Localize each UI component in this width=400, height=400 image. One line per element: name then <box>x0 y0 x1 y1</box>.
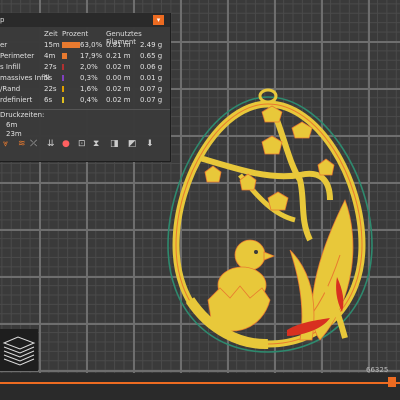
percent-bar <box>62 75 64 81</box>
feature-time: 27s <box>44 63 57 71</box>
slider-thumb[interactable] <box>388 377 396 387</box>
collapse-button[interactable]: ▾ <box>153 15 164 25</box>
feature-weight: 0.01 g <box>140 74 163 82</box>
horizontal-slider[interactable] <box>0 382 400 384</box>
tool-marker-icon[interactable]: ≋ <box>18 139 26 149</box>
wipe-icon[interactable]: ⇊ <box>47 139 55 149</box>
feature-percent: 2,0% <box>80 63 98 71</box>
col-percent-header: Prozent <box>62 30 89 38</box>
feature-weight: 2.49 g <box>140 41 163 49</box>
feature-length: 0.02 m <box>106 96 131 104</box>
col-time-header: Zeit <box>44 30 58 38</box>
feature-length: 0.02 m <box>106 63 131 71</box>
layer-number: 66325 <box>366 366 389 374</box>
view-cube-button[interactable] <box>0 329 38 371</box>
legend-row: rdefiniert 6s 0,4% 0.02 m 0.07 g <box>0 96 170 106</box>
flower-4 <box>204 165 222 183</box>
feature-percent: 0,3% <box>80 74 98 82</box>
feature-name: rdefiniert <box>0 96 33 104</box>
feature-length: 0.81 m <box>106 41 131 49</box>
separator <box>0 109 170 110</box>
layers-icon[interactable]: ⩔ <box>3 139 8 149</box>
feature-percent: 63,0% <box>80 41 103 49</box>
retract-icon[interactable]: ⤫ <box>30 139 37 149</box>
stack-icon <box>2 336 36 366</box>
legend-panel: p ▾ Zeit Prozent Genutztes Filament er 15… <box>0 13 171 162</box>
hourglass-icon[interactable]: ⧗ <box>93 139 99 149</box>
panel-header: p ▾ <box>0 13 170 27</box>
feature-length: 0.00 m <box>106 74 131 82</box>
feature-weight: 0.06 g <box>140 63 163 71</box>
feature-time: 6s <box>44 96 53 104</box>
feature-weight: 0.07 g <box>140 85 163 93</box>
print-time-2: 23m <box>6 130 22 138</box>
print-time-1: 6m <box>6 121 18 129</box>
percent-bar <box>62 97 64 103</box>
feature-percent: 17,9% <box>80 52 103 60</box>
legend-row: Perimeter 4m 17,9% 0.21 m 0.65 g <box>0 52 170 62</box>
feature-time: 4m <box>44 52 56 60</box>
feature-percent: 0,4% <box>80 96 98 104</box>
legend-toolbar: ⩔ ≋ ⤫ ⇊ ● ⊡ ⧗ ◨ ◩ ⬇ <box>0 139 170 155</box>
feature-length: 0.02 m <box>106 85 131 93</box>
export-icon[interactable]: ⬇ <box>146 139 154 149</box>
color-icon[interactable]: ● <box>62 139 70 149</box>
legend-row: /Rand 22s 1,6% 0.02 m 0.07 g <box>0 85 170 95</box>
seam-icon[interactable]: ⊡ <box>78 139 86 149</box>
feature-time: 5s <box>44 74 53 82</box>
feature-name: massives Infill <box>0 74 50 82</box>
legend-row: s Infill 27s 2,0% 0.02 m 0.06 g <box>0 63 170 73</box>
legend-row: massives Infill 5s 0,3% 0.00 m 0.01 g <box>0 74 170 84</box>
legend-icon[interactable]: ◩ <box>128 139 137 149</box>
percent-bar <box>62 86 64 92</box>
shells-icon[interactable]: ◨ <box>110 139 119 149</box>
percent-bar <box>62 64 64 70</box>
percent-bar <box>62 42 80 48</box>
flower-7 <box>267 191 289 211</box>
feature-length: 0.21 m <box>106 52 131 60</box>
feature-time: 15m <box>44 41 60 49</box>
feature-weight: 0.65 g <box>140 52 163 60</box>
feature-weight: 0.07 g <box>140 96 163 104</box>
feature-name: /Rand <box>0 85 21 93</box>
hanger-loop <box>258 88 278 104</box>
print-times-label: Druckzeiten: <box>0 111 45 119</box>
feature-percent: 1,6% <box>80 85 98 93</box>
chick-head <box>234 239 266 271</box>
flower-6 <box>317 158 335 176</box>
leaf-right <box>311 198 354 341</box>
feature-name: Perimeter <box>0 52 35 60</box>
feature-name: s Infill <box>0 63 21 71</box>
flower-3 <box>261 135 283 155</box>
bottom-bar <box>0 373 400 400</box>
panel-title: p <box>0 16 5 24</box>
legend-row: er 15m 63,0% 0.81 m 2.49 g <box>0 41 170 51</box>
feature-name: er <box>0 41 8 49</box>
feature-time: 22s <box>44 85 57 93</box>
percent-bar <box>62 53 67 59</box>
